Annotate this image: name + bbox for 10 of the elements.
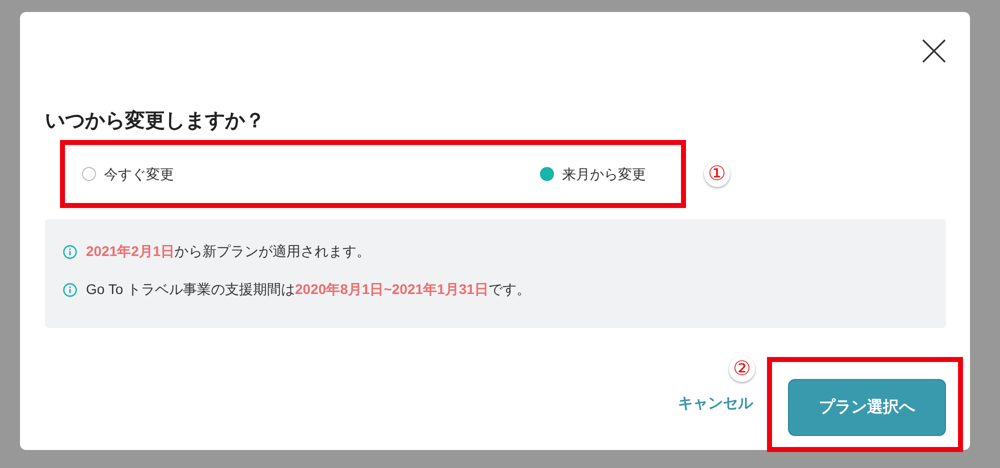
dialog-title: いつから変更しますか？ <box>45 109 266 133</box>
info-text: 2021年2月1日から新プランが適用されます。 <box>86 242 371 261</box>
info-icon <box>63 244 77 258</box>
info-icon <box>63 282 77 296</box>
step-marker: ① <box>704 161 730 187</box>
step-marker: ② <box>729 356 755 382</box>
radio-option[interactable]: 来月から変更 <box>540 164 646 184</box>
close-icon[interactable] <box>922 39 946 63</box>
info-text: Go To トラベル事業の支援期間は2020年8月1日~2021年1月31日です。 <box>86 280 530 299</box>
radio-option[interactable]: 今すぐ変更 <box>82 164 174 184</box>
